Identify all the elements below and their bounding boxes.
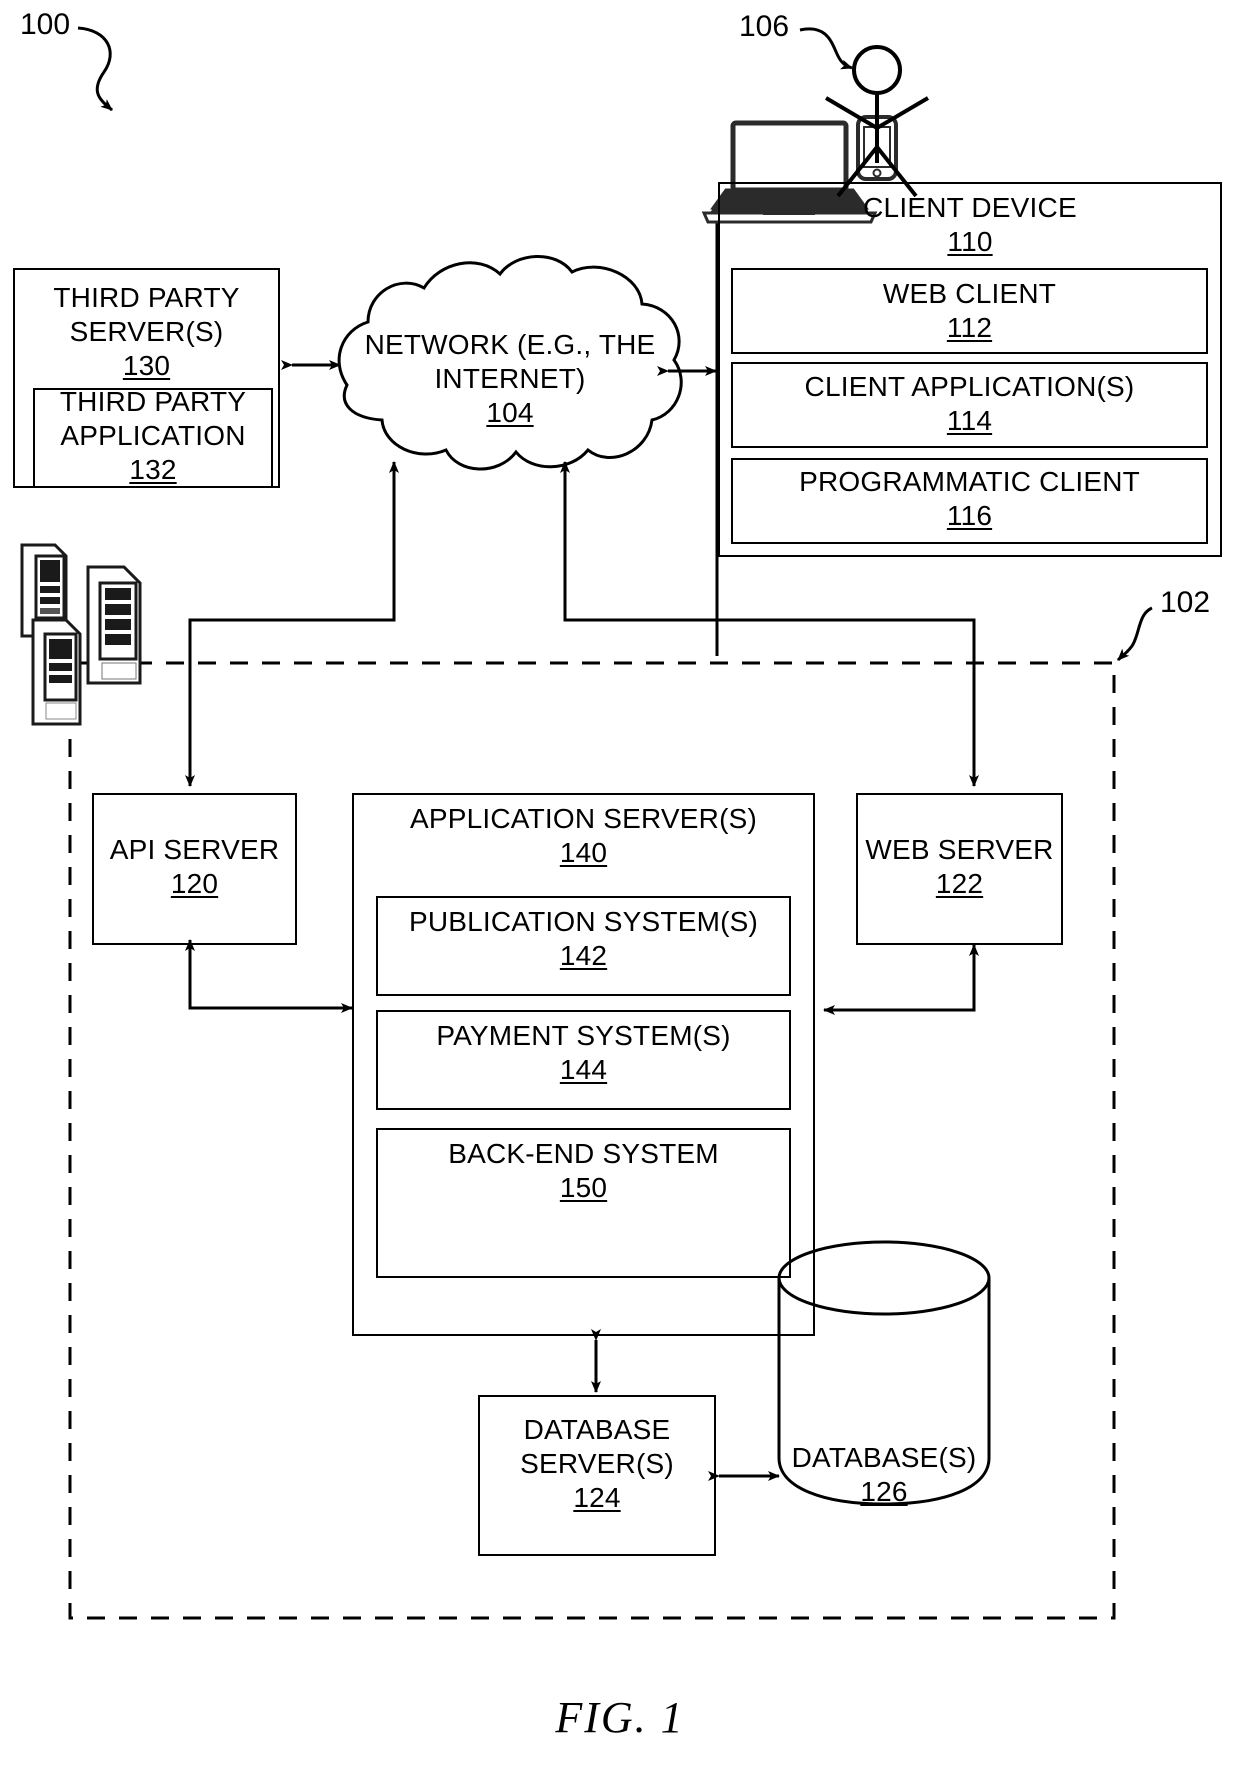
third-party-application-title-line1: THIRD PARTY (59, 386, 247, 417)
database-server-title-line2: SERVER(S) (520, 1448, 674, 1479)
third-party-application-ref: 132 (129, 454, 177, 485)
client-device-title: CLIENT DEVICE (863, 192, 1077, 223)
back-end-system-ref: 150 (559, 1172, 608, 1203)
web-server-ref: 122 (935, 868, 984, 899)
programmatic-client-title: PROGRAMMATIC CLIENT (799, 466, 1140, 497)
connector-api-to-application-server (185, 939, 353, 1013)
ref-106-leader (799, 27, 853, 70)
database-ref: 126 (860, 1476, 908, 1507)
database-server-ref: 124 (573, 1482, 621, 1513)
payment-system-title: PAYMENT SYSTEM(S) (436, 1020, 731, 1051)
server-rack-icon (20, 543, 142, 726)
application-server-title: APPLICATION SERVER(S) (409, 803, 758, 834)
client-device-ref: 110 (947, 226, 993, 257)
web-client-title: WEB CLIENT (882, 278, 1057, 309)
ref-number-106: 106 (739, 10, 790, 43)
web-client-ref: 112 (946, 312, 993, 343)
third-party-server-title-line2: SERVER(S) (69, 316, 224, 347)
ref-102-leader (1116, 606, 1153, 662)
publication-system-title: PUBLICATION SYSTEM(S) (408, 906, 759, 937)
web-server-title: WEB SERVER (865, 834, 1054, 865)
third-party-server-title-line1: THIRD PARTY (53, 282, 240, 313)
ref-number-102: 102 (1160, 586, 1211, 619)
publication-system-ref: 142 (559, 940, 608, 971)
network-ref: 104 (486, 397, 534, 428)
back-end-system-title: BACK-END SYSTEM (448, 1138, 719, 1169)
client-applications-ref: 114 (946, 405, 993, 436)
ref-number-100: 100 (20, 8, 71, 41)
ref-100-leader (77, 26, 113, 112)
third-party-server-ref: 130 (122, 350, 171, 381)
database-title: DATABASE(S) (791, 1442, 977, 1473)
network-label-line2: INTERNET) (434, 363, 586, 394)
network-label-line1: NETWORK (E.G., THE (364, 329, 656, 360)
connector-network-to-api-server (185, 461, 399, 787)
figure-caption: FIG. 1 (555, 1693, 685, 1742)
programmatic-client-ref: 116 (946, 500, 993, 531)
api-server-ref: 120 (170, 868, 219, 899)
application-server-ref: 140 (559, 837, 608, 868)
payment-system-ref: 144 (559, 1054, 608, 1085)
api-server-title: API SERVER (109, 834, 280, 865)
database-server-title-line1: DATABASE (523, 1414, 671, 1445)
client-applications-title: CLIENT APPLICATION(S) (804, 371, 1135, 402)
patent-figure-1: 100 106 102 THIRD PARTY SERVER(S) 130 TH… (0, 0, 1240, 1781)
third-party-application-title-line2: APPLICATION (60, 420, 246, 451)
connector-web-to-application-server (823, 944, 979, 1015)
